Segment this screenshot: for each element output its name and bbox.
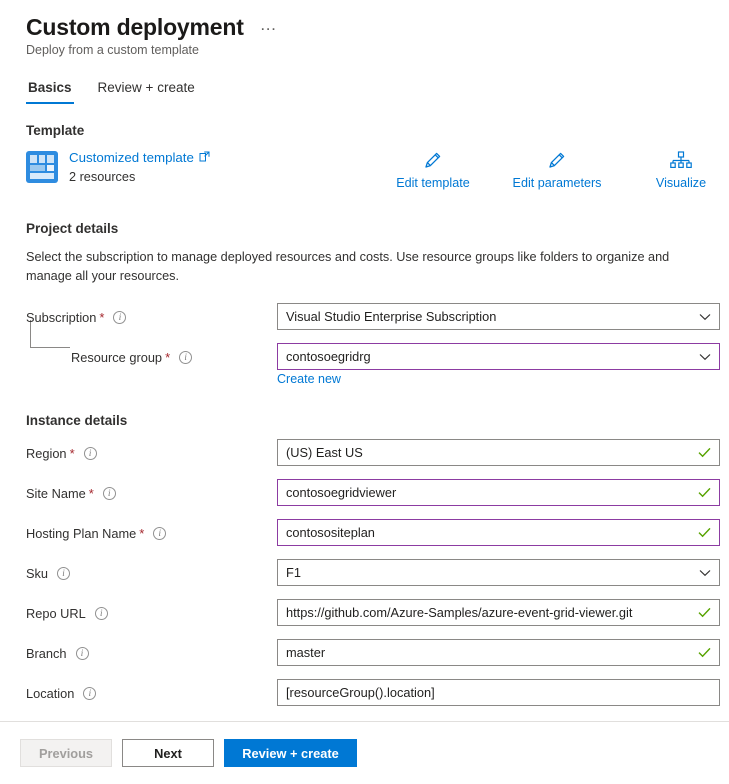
edit-template-label: Edit template — [396, 176, 470, 191]
sku-label: Sku — [26, 565, 49, 581]
info-icon[interactable]: i — [102, 486, 116, 500]
template-actions: Edit template Edit parameters Visualize — [371, 145, 729, 190]
info-icon[interactable]: i — [179, 350, 193, 364]
tab-bar: Basics Review + create — [26, 78, 729, 105]
field-row-repo-url: Repo URL i — [26, 599, 729, 639]
resource-group-select[interactable] — [277, 343, 720, 371]
template-icon — [26, 151, 58, 184]
pencil-icon — [422, 145, 444, 175]
project-details-heading: Project details — [26, 221, 119, 237]
region-field[interactable] — [277, 439, 720, 467]
field-row-region: Region * i — [26, 439, 729, 479]
page-subtitle: Deploy from a custom template — [26, 43, 199, 58]
footer-action-bar: Previous Next Review + create — [0, 721, 729, 784]
info-icon[interactable]: i — [57, 566, 71, 580]
sku-label-cell: Sku i — [26, 559, 277, 586]
template-heading: Template — [26, 123, 85, 139]
site-name-field[interactable] — [277, 479, 720, 507]
field-row-resource-group: Resource group * i Create new — [26, 343, 729, 395]
hosting-plan-field[interactable] — [277, 519, 720, 547]
field-row-site-name: Site Name * i — [26, 479, 729, 519]
field-row-location: Location i — [26, 679, 729, 719]
info-icon[interactable]: i — [94, 606, 108, 620]
info-icon[interactable]: i — [153, 526, 167, 540]
title-row: Custom deployment … — [26, 14, 729, 40]
instance-details-heading: Instance details — [26, 413, 128, 429]
info-icon[interactable]: i — [83, 686, 97, 700]
field-row-subscription: Subscription * i — [26, 303, 729, 343]
site-name-input[interactable] — [277, 479, 720, 507]
sku-select[interactable] — [277, 559, 720, 587]
repo-url-input[interactable] — [277, 599, 720, 627]
region-label-cell: Region * i — [26, 439, 277, 466]
hierarchy-icon — [669, 145, 693, 175]
hosting-plan-input[interactable] — [277, 519, 720, 547]
branch-label: Branch — [26, 645, 67, 661]
required-asterisk: * — [69, 445, 75, 461]
instance-details-form: Region * i Site Name * i Hosting Plan Na… — [26, 439, 729, 719]
next-button[interactable]: Next — [122, 739, 214, 767]
site-name-label-cell: Site Name * i — [26, 479, 277, 506]
page-title: Custom deployment — [26, 14, 244, 40]
repo-url-field[interactable] — [277, 599, 720, 627]
previous-button[interactable]: Previous — [20, 739, 112, 767]
template-summary-row: Customized template 2 resources Edit tem… — [26, 149, 729, 199]
template-resource-count: 2 resources — [69, 170, 136, 185]
repo-url-label-cell: Repo URL i — [26, 599, 277, 626]
branch-input[interactable] — [277, 639, 720, 667]
branch-field[interactable] — [277, 639, 720, 667]
subscription-label: Subscription — [26, 309, 97, 325]
resource-group-input[interactable] — [277, 343, 720, 371]
required-asterisk: * — [88, 485, 94, 501]
location-label: Location — [26, 685, 75, 701]
visualize-button[interactable]: Visualize — [619, 145, 729, 190]
field-row-sku: Sku i — [26, 559, 729, 599]
tab-basics[interactable]: Basics — [26, 78, 74, 105]
field-row-hosting-plan-name: Hosting Plan Name * i — [26, 519, 729, 559]
more-menu-icon[interactable]: … — [258, 15, 281, 35]
edit-parameters-button[interactable]: Edit parameters — [495, 145, 619, 190]
subscription-select[interactable] — [277, 303, 720, 331]
template-section: Template Customized template 2 resources — [26, 123, 729, 199]
visualize-label: Visualize — [655, 176, 707, 191]
info-icon[interactable]: i — [83, 446, 97, 460]
project-details-form: Subscription * i Resource group * i Crea… — [26, 303, 729, 395]
info-icon[interactable]: i — [75, 646, 89, 660]
page-header: Custom deployment … Deploy from a custom… — [0, 0, 729, 57]
info-icon[interactable]: i — [113, 310, 127, 324]
location-label-cell: Location i — [26, 679, 277, 706]
region-label: Region — [26, 445, 67, 461]
repo-url-label: Repo URL — [26, 605, 86, 621]
subscription-input[interactable] — [277, 303, 720, 331]
pencil-icon — [546, 145, 568, 175]
site-name-label: Site Name — [26, 485, 86, 501]
review-create-button[interactable]: Review + create — [224, 739, 357, 767]
region-input[interactable] — [277, 439, 720, 467]
external-link-icon — [199, 150, 210, 165]
tab-review-create[interactable]: Review + create — [96, 78, 197, 104]
template-info: Customized template 2 resources — [69, 149, 210, 184]
project-details-section: Project details Select the subscription … — [26, 221, 729, 285]
required-asterisk: * — [99, 309, 105, 325]
hosting-plan-label: Hosting Plan Name — [26, 525, 137, 541]
edit-parameters-label: Edit parameters — [512, 176, 602, 191]
project-details-description: Select the subscription to manage deploy… — [26, 250, 670, 283]
field-row-branch: Branch i — [26, 639, 729, 679]
resource-group-label: Resource group — [71, 349, 163, 365]
branch-label-cell: Branch i — [26, 639, 277, 666]
hosting-plan-label-cell: Hosting Plan Name * i — [26, 519, 277, 546]
customized-template-link[interactable]: Customized template — [69, 150, 210, 165]
edit-template-button[interactable]: Edit template — [371, 145, 495, 190]
location-field[interactable] — [277, 679, 720, 707]
subscription-label-cell: Subscription * i — [26, 303, 277, 330]
resource-group-label-cell: Resource group * i — [26, 343, 277, 370]
sku-input[interactable] — [277, 559, 720, 587]
create-new-link[interactable]: Create new — [277, 372, 341, 386]
required-asterisk: * — [165, 349, 171, 365]
customized-template-label: Customized template — [69, 150, 194, 166]
location-input[interactable] — [277, 679, 720, 707]
required-asterisk: * — [139, 525, 145, 541]
